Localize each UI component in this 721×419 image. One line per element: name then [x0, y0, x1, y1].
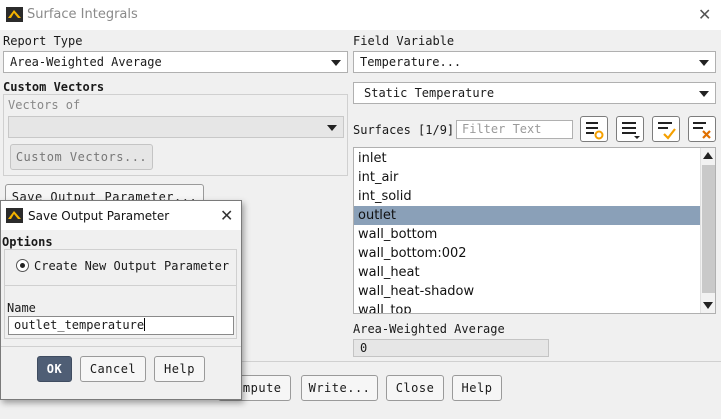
ansys-logo-icon	[6, 208, 23, 223]
dialog-separator	[1, 346, 241, 347]
list-item[interactable]: wall_heat	[354, 263, 700, 282]
surfaces-scrollbar[interactable]	[700, 148, 715, 313]
custom-vectors-heading: Custom Vectors	[3, 80, 105, 94]
report-type-value: Area-Weighted Average	[10, 55, 162, 69]
field-variable-quantity-dropdown[interactable]: Static Temperature	[353, 82, 716, 104]
list-item[interactable]: inlet	[354, 149, 700, 168]
surfaces-list[interactable]: inlet int_air int_solid outlet wall_bott…	[353, 147, 716, 314]
list-item[interactable]: int_solid	[354, 187, 700, 206]
list-item[interactable]: wall_bottom	[354, 225, 700, 244]
cancel-button[interactable]: Cancel	[80, 356, 146, 382]
vectors-of-label: Vectors of	[8, 98, 81, 112]
field-variable-quantity-value: Static Temperature	[364, 86, 495, 100]
surfaces-filter-input[interactable]: Filter Text	[456, 120, 573, 139]
list-item[interactable]: wall_top	[354, 301, 700, 313]
chevron-down-icon	[327, 125, 337, 131]
options-heading: Options	[2, 235, 53, 249]
result-value: 0	[353, 339, 549, 357]
name-input-value: outlet_temperature	[14, 318, 145, 332]
list-item[interactable]: wall_bottom:002	[354, 244, 700, 263]
dialog-title: Save Output Parameter	[28, 209, 170, 223]
list-item[interactable]: int_air	[354, 168, 700, 187]
ok-button[interactable]: OK	[37, 356, 72, 382]
write-button[interactable]: Write...	[301, 375, 378, 401]
list-item[interactable]: wall_heat-shadow	[354, 282, 700, 301]
list-options-icon[interactable]	[616, 116, 644, 142]
text-caret	[144, 318, 146, 331]
dialog-titlebar: Save Output Parameter ✕	[1, 201, 241, 230]
window-titlebar: Surface Integrals ✕	[0, 0, 721, 30]
deselect-all-icon[interactable]	[688, 116, 716, 142]
create-new-radio[interactable]	[16, 259, 29, 272]
custom-vectors-button[interactable]: Custom Vectors...	[10, 144, 153, 170]
scrollbar-thumb[interactable]	[702, 165, 715, 293]
surfaces-label: Surfaces [1/9]	[353, 123, 455, 137]
report-type-label: Report Type	[3, 34, 83, 48]
dialog-help-button[interactable]: Help	[154, 356, 205, 382]
field-variable-category-dropdown[interactable]: Temperature...	[353, 51, 716, 73]
scroll-up-icon[interactable]	[703, 152, 713, 159]
scroll-down-icon[interactable]	[703, 302, 713, 309]
create-new-label: Create New Output Parameter	[34, 259, 230, 273]
select-all-icon[interactable]	[580, 116, 608, 142]
window-title: Surface Integrals	[27, 7, 138, 22]
close-button[interactable]: Close	[386, 375, 444, 401]
report-type-dropdown[interactable]: Area-Weighted Average	[3, 51, 348, 73]
radio-dot	[20, 263, 25, 268]
check-all-icon[interactable]	[652, 116, 680, 142]
chevron-down-icon	[699, 91, 709, 97]
list-item[interactable]: outlet	[354, 206, 700, 225]
chevron-down-icon	[331, 60, 341, 66]
close-icon[interactable]: ✕	[698, 7, 711, 23]
close-icon[interactable]: ✕	[220, 208, 233, 224]
field-variable-category-value: Temperature...	[360, 55, 462, 69]
field-variable-label: Field Variable	[353, 34, 455, 48]
save-output-parameter-dialog: Save Output Parameter ✕ Options Create N…	[0, 200, 242, 400]
ansys-logo-icon	[6, 7, 23, 22]
result-label: Area-Weighted Average	[353, 322, 505, 336]
chevron-down-icon	[699, 60, 709, 66]
vectors-of-dropdown[interactable]	[8, 116, 344, 138]
help-button[interactable]: Help	[452, 375, 502, 401]
name-input[interactable]: outlet_temperature	[8, 316, 234, 335]
